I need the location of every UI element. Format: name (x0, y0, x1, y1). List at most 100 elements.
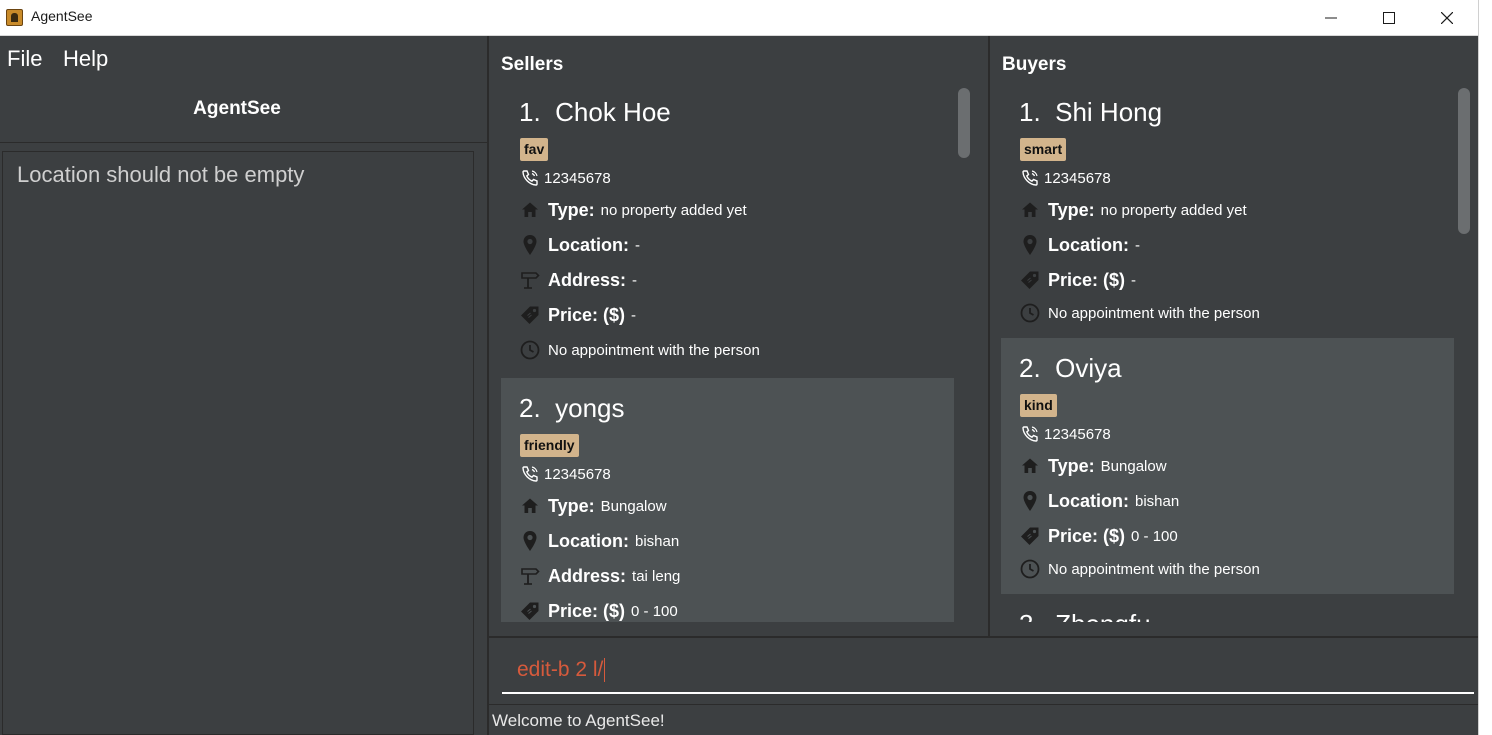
sellers-panel: Sellers 1. Chok Hoe fav 12345678 Type: n… (489, 36, 986, 636)
command-input[interactable]: edit-b 2 l/ (502, 650, 1474, 694)
scroll-thumb[interactable] (958, 88, 970, 158)
phone-row: 12345678 (1020, 167, 1111, 189)
tag-badge: smart (1020, 138, 1067, 161)
location-row: Location: bishan (520, 530, 679, 552)
phone-row: 12345678 (520, 463, 611, 485)
minimize-button[interactable] (1302, 0, 1360, 36)
type-value: no property added yet (600, 201, 747, 219)
home-icon (1020, 199, 1040, 221)
command-box: edit-b 2 l/ (489, 636, 1478, 702)
result-display[interactable]: Location should not be empty (2, 151, 474, 735)
address-value: - (632, 271, 638, 289)
phone-icon (520, 463, 540, 485)
signpost-icon (520, 565, 540, 587)
sellers-list[interactable]: 1. Chok Hoe fav 12345678 Type: no proper… (501, 82, 954, 622)
location-label: Location: (1048, 490, 1129, 511)
location-row: Location: - (520, 234, 640, 256)
sellers-title: Sellers (501, 54, 564, 75)
buyer-name: 1. Shi Hong (1019, 97, 1163, 127)
location-row: Location: bishan (1020, 490, 1179, 512)
phone-value: 12345678 (544, 169, 611, 187)
maximize-button[interactable] (1360, 0, 1418, 36)
location-label: Location: (548, 234, 629, 255)
price-label: Price: ($) (1048, 525, 1126, 546)
type-label: Type: (1048, 199, 1095, 220)
appointment-value: No appointment with the person (1048, 560, 1260, 578)
appointment-value: No appointment with the person (1048, 304, 1260, 322)
status-bar: Welcome to AgentSee! (489, 704, 1478, 735)
appointment-row: No appointment with the person (520, 339, 760, 361)
buyers-title: Buyers (1002, 54, 1067, 75)
window-title: AgentSee (31, 8, 93, 24)
home-icon (520, 199, 540, 221)
maximize-icon (1383, 12, 1395, 24)
address-value: tai leng (632, 567, 681, 585)
app-label: AgentSee (193, 98, 281, 119)
seller-card[interactable]: 2. yongs friendly 12345678 Type: Bungalo… (501, 378, 954, 622)
buyer-name: 2. Oviya (1019, 353, 1122, 383)
close-button[interactable] (1418, 0, 1476, 36)
app-window: AgentSee File Help AgentSee Location sho… (0, 0, 1478, 735)
home-icon (520, 495, 540, 517)
type-row: Type: no property added yet (1020, 199, 1247, 221)
location-label: Location: (548, 530, 629, 551)
type-label: Type: (548, 495, 595, 516)
phone-icon (520, 167, 540, 189)
clock-icon (1020, 558, 1040, 580)
appointment-row: No appointment with the person (1020, 558, 1260, 580)
phone-icon (1020, 167, 1040, 189)
seller-name: 2. yongs (519, 393, 625, 423)
address-label: Address: (548, 269, 627, 290)
buyers-scrollbar[interactable] (1454, 82, 1472, 622)
type-label: Type: (548, 199, 595, 220)
price-row: Price: ($) - (1020, 269, 1136, 291)
location-pin-icon (1020, 234, 1040, 256)
type-value: Bungalow (1100, 457, 1167, 475)
buyers-list[interactable]: 1. Shi Hong smart 12345678 Type: no prop… (1001, 82, 1454, 622)
address-label: Address: (548, 565, 627, 586)
price-tag-icon (1020, 269, 1040, 291)
seller-card[interactable]: 1. Chok Hoe fav 12345678 Type: no proper… (501, 82, 954, 378)
location-pin-icon (520, 530, 540, 552)
type-row: Type: no property added yet (520, 199, 747, 221)
price-label: Price: ($) (1048, 269, 1126, 290)
left-pane: File Help AgentSee Location should not b… (0, 36, 487, 735)
location-label: Location: (1048, 234, 1129, 255)
price-row: Price: ($) - (520, 304, 636, 326)
price-value: - (631, 306, 637, 324)
price-tag-icon (520, 304, 540, 326)
menu-file[interactable]: File (7, 46, 42, 72)
status-message: Welcome to AgentSee! (492, 711, 665, 730)
phone-row: 12345678 (520, 167, 611, 189)
result-message: Location should not be empty (17, 162, 305, 187)
clock-icon (1020, 302, 1040, 324)
tag-badge: friendly (520, 434, 579, 457)
menu-help[interactable]: Help (63, 46, 108, 72)
address-row: Address: tai leng (520, 565, 680, 587)
type-value: no property added yet (1100, 201, 1247, 219)
price-value: 0 - 100 (631, 602, 678, 620)
location-pin-icon (520, 234, 540, 256)
price-label: Price: ($) (548, 600, 626, 621)
buyer-card[interactable]: 1. Shi Hong smart 12345678 Type: no prop… (1001, 82, 1454, 338)
location-value: bishan (1135, 492, 1180, 510)
title-bar[interactable]: AgentSee (0, 0, 1478, 36)
close-icon (1441, 12, 1453, 24)
sellers-scrollbar[interactable] (954, 82, 972, 622)
minimize-icon (1325, 17, 1337, 19)
clock-icon (520, 339, 540, 361)
buyer-card[interactable]: 3. Zhengfu (1001, 594, 1454, 622)
phone-icon (1020, 423, 1040, 445)
location-row: Location: - (1020, 234, 1140, 256)
buyer-name: 3. Zhengfu (1019, 609, 1151, 622)
location-value: - (635, 236, 640, 254)
type-label: Type: (1048, 455, 1095, 476)
phone-value: 12345678 (544, 465, 611, 483)
type-row: Type: Bungalow (520, 495, 667, 517)
buyer-card[interactable]: 2. Oviya kind 12345678 Type: Bungalow Lo… (1001, 338, 1454, 594)
scroll-thumb[interactable] (1458, 88, 1470, 234)
signpost-icon (520, 269, 540, 291)
price-value: - (1131, 271, 1137, 289)
text-caret (604, 658, 606, 683)
tag-badge: fav (520, 138, 549, 161)
